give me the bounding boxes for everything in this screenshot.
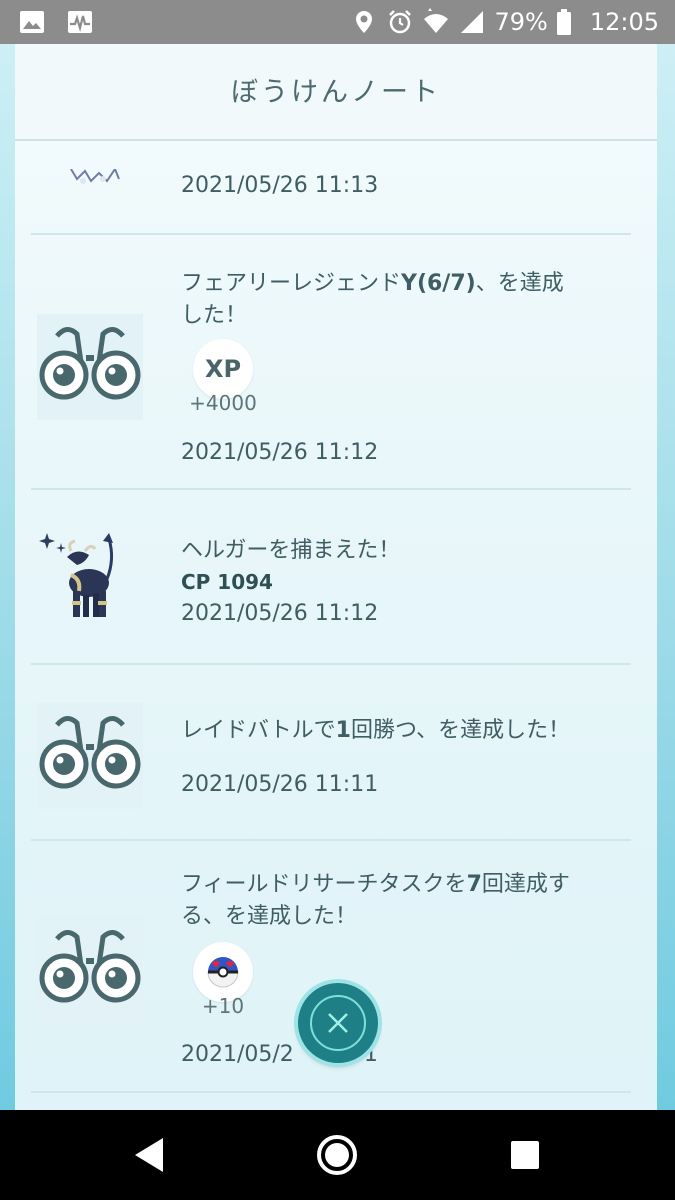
binoculars-icon <box>37 917 143 1023</box>
divider <box>31 488 631 490</box>
recents-button[interactable] <box>502 1132 548 1178</box>
entry-text: フェアリーレジェンドY(6/7)、を達成 した！ <box>181 271 564 328</box>
divider <box>31 839 631 841</box>
close-button[interactable] <box>298 983 378 1063</box>
divider <box>31 1091 631 1093</box>
timestamp: 2021/05/26 11:11 <box>181 772 379 797</box>
entry-text: ヘルガーを捕まえた！ <box>181 538 401 563</box>
page-title: ぼうけんノート <box>231 77 441 108</box>
journal-panel: ぼうけんノート 2021/05/26 11:13 フェアリーレジェンドY(6/7… <box>15 44 657 1110</box>
battery-icon <box>556 9 571 35</box>
timestamp: 2021/05/26 11:13 <box>181 173 379 198</box>
divider <box>31 233 631 235</box>
timestamp: 2021/05/26 11:12 <box>181 440 379 465</box>
binoculars-icon <box>37 314 143 420</box>
reward-quantity: +10 <box>201 994 245 1018</box>
cp-value: CP 1094 <box>181 570 273 594</box>
pokemon-sprite-icon <box>70 169 120 184</box>
reward-quantity: +4000 <box>189 391 257 415</box>
recents-icon <box>511 1141 539 1169</box>
journal-list[interactable]: 2021/05/26 11:13 フェアリーレジェンドY(6/7)、を達成 した… <box>15 139 657 1110</box>
navigation-bar <box>0 1110 675 1200</box>
back-button[interactable] <box>127 1132 173 1178</box>
image-icon <box>20 11 44 33</box>
timestamp: 2021/05/26 11:12 <box>181 601 379 626</box>
houndoom-sprite-icon <box>39 533 114 617</box>
clock: 12:05 <box>589 8 659 36</box>
location-icon <box>356 11 373 33</box>
wifi-icon <box>424 8 449 33</box>
panel-header: ぼうけんノート <box>15 44 657 141</box>
binoculars-icon <box>37 703 143 809</box>
item-reward-badge <box>193 942 253 1002</box>
divider <box>31 663 631 665</box>
entry-text: フィールドリサーチタスクを7回達成す る、を達成した！ <box>181 872 570 929</box>
activity-icon <box>68 11 92 33</box>
status-bar: 79% 12:05 <box>0 0 675 44</box>
home-icon <box>317 1135 357 1175</box>
home-button[interactable] <box>314 1132 360 1178</box>
back-icon <box>135 1138 163 1172</box>
entry-text: レイドバトルで1回勝つ、を達成した！ <box>181 718 571 743</box>
alarm-icon <box>389 10 412 34</box>
xp-reward-badge: XP <box>193 339 253 399</box>
great-ball-icon <box>207 957 239 988</box>
close-icon <box>328 1013 348 1033</box>
battery-percent: 79% <box>494 8 548 36</box>
signal-icon <box>461 11 484 33</box>
